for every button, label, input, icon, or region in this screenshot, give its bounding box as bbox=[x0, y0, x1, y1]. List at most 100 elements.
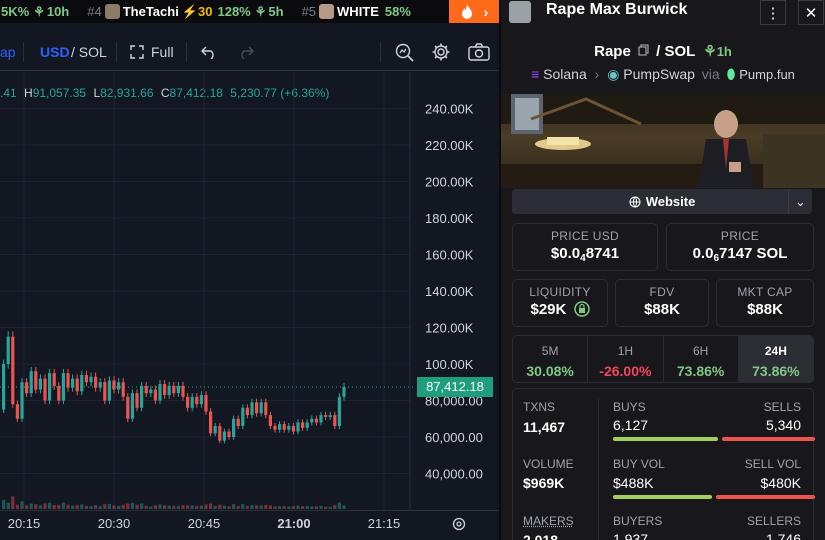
ticker-item-5[interactable]: #5 WHITE 58% bbox=[302, 4, 411, 19]
volume-bar bbox=[149, 506, 153, 509]
volume-bar bbox=[48, 502, 52, 509]
volume-bar bbox=[259, 505, 263, 509]
candle bbox=[84, 374, 88, 383]
buys-value: 6,127 bbox=[613, 417, 649, 433]
ticker-item-4[interactable]: #4 TheTachi ⚡ 30 128% ⚘ 5h bbox=[87, 4, 284, 20]
last-price-value: 87,412.18 bbox=[426, 379, 484, 395]
volume-bar bbox=[250, 505, 254, 509]
candle bbox=[130, 393, 134, 419]
y-tick-label: 120.00K bbox=[425, 321, 474, 336]
tab-5m[interactable]: 5M 30.08% bbox=[513, 336, 589, 382]
candle bbox=[38, 378, 42, 390]
candle bbox=[75, 378, 79, 392]
candle bbox=[232, 418, 236, 437]
pair-age: 1h bbox=[716, 44, 732, 59]
fullscreen-button[interactable]: Full bbox=[130, 33, 174, 71]
candle bbox=[126, 396, 130, 419]
website-dropdown-button[interactable]: ⌄ bbox=[788, 189, 812, 214]
sells-bar bbox=[722, 437, 815, 441]
candle bbox=[227, 431, 231, 437]
screenshot-button[interactable] bbox=[468, 33, 490, 71]
tab-6h[interactable]: 6H 73.86% bbox=[664, 336, 739, 382]
more-options-button[interactable]: ⋮ bbox=[760, 0, 786, 25]
undo-button[interactable] bbox=[201, 33, 217, 71]
buyers-label: BUYERS bbox=[613, 514, 663, 528]
liquidity-card: LIQUIDITY $29K bbox=[512, 279, 608, 327]
volume-bar bbox=[20, 501, 24, 509]
settings-button[interactable] bbox=[431, 33, 451, 71]
globe-icon bbox=[629, 196, 641, 207]
toolbar-divider bbox=[116, 42, 117, 62]
chevron-down-icon: ⌄ bbox=[795, 193, 806, 209]
y-tick-label: 220.00K bbox=[425, 138, 474, 153]
candle bbox=[66, 373, 70, 388]
more-vertical-icon: ⋮ bbox=[765, 4, 781, 22]
candle bbox=[259, 402, 263, 414]
volume-bar bbox=[107, 503, 111, 509]
transaction-stats: TXNS 11,467 BUYS SELLS 6,127 5,340 VOLUM… bbox=[512, 388, 815, 540]
trending-ticker: 5K% ⚘ 10h #4 TheTachi ⚡ 30 128% ⚘ 5h #5 … bbox=[0, 0, 500, 23]
currency-usd-toggle[interactable]: USD bbox=[40, 33, 70, 71]
volume-bar bbox=[25, 505, 29, 509]
candle bbox=[213, 426, 217, 434]
ohlc-change: 5,230.77 (+6.36%) bbox=[230, 86, 330, 100]
y-tick-label: 100.00K bbox=[425, 357, 474, 372]
pair-title: Rape / SOL ⚘1h bbox=[501, 42, 825, 60]
indicators-button[interactable] bbox=[394, 33, 414, 71]
website-button[interactable]: Website bbox=[512, 189, 812, 214]
volume-bar bbox=[52, 505, 56, 509]
price-usd-card: PRICE USD $0.048741 bbox=[512, 223, 658, 271]
candle bbox=[250, 402, 254, 416]
price-chart[interactable]: 240.00K 220.00K 200.00K 180.00K 160.00K 140.0… bbox=[0, 0, 500, 510]
seedling-icon: ⚘ bbox=[33, 3, 45, 19]
volume-bar bbox=[43, 503, 47, 509]
buys-label: BUYS bbox=[613, 400, 646, 414]
currency-sol-toggle[interactable]: / SOL bbox=[71, 33, 107, 71]
redo-button[interactable] bbox=[238, 33, 254, 71]
copy-icon[interactable] bbox=[638, 44, 649, 56]
candle bbox=[268, 415, 272, 427]
dex-name[interactable]: PumpSwap bbox=[623, 66, 695, 82]
liquidity-label: LIQUIDITY bbox=[529, 285, 591, 299]
candle bbox=[117, 382, 121, 390]
chain-name[interactable]: Solana bbox=[543, 66, 587, 82]
market-cap-card: MKT CAP $88K bbox=[716, 279, 814, 327]
candle bbox=[337, 396, 341, 427]
chain-breadcrumb: ≡ Solana › ◉ PumpSwap via ⬮ Pump.fun bbox=[501, 66, 825, 83]
launchpad-name[interactable]: Pump.fun bbox=[739, 67, 795, 82]
candle bbox=[195, 396, 199, 405]
volume-bar bbox=[11, 496, 15, 509]
volume-value: $969K bbox=[523, 475, 565, 491]
candle bbox=[328, 415, 332, 417]
ticker-item-3[interactable]: 5K% ⚘ 10h bbox=[1, 4, 69, 20]
toolbar-divider bbox=[186, 42, 187, 62]
candle bbox=[149, 389, 153, 394]
candle bbox=[273, 426, 277, 430]
axis-settings-button[interactable] bbox=[451, 516, 467, 535]
close-button[interactable]: ✕ bbox=[798, 0, 824, 25]
pair-base: Rape bbox=[594, 43, 631, 60]
price-usd-value: $0.048741 bbox=[550, 245, 620, 264]
candle bbox=[278, 424, 282, 430]
buy-vol-bar bbox=[613, 495, 712, 499]
volume-bar bbox=[61, 502, 65, 509]
candle bbox=[80, 374, 84, 392]
sell-vol-value: $480K bbox=[760, 475, 801, 491]
volume-bar bbox=[94, 505, 98, 509]
candle bbox=[48, 373, 52, 401]
tab-1h[interactable]: 1H -26.00% bbox=[588, 336, 664, 382]
ohlc-high: 91,057.35 bbox=[32, 86, 87, 100]
candle bbox=[241, 407, 245, 427]
candle bbox=[34, 371, 38, 390]
lock-icon[interactable] bbox=[573, 301, 590, 317]
interval-selector[interactable]: ap bbox=[0, 33, 16, 71]
time-axis: 20:15 20:30 20:45 21:00 21:15 bbox=[0, 510, 500, 540]
via-label: via bbox=[701, 66, 720, 82]
volume-bar bbox=[328, 506, 332, 509]
tab-24h[interactable]: 24H 73.86% bbox=[738, 336, 813, 382]
undo-icon bbox=[201, 46, 214, 59]
trending-flame-button[interactable]: › bbox=[449, 0, 499, 23]
y-tick-label: 200.00K bbox=[425, 175, 474, 190]
volume-bar bbox=[57, 504, 61, 509]
pumpswap-icon: ◉ bbox=[607, 66, 620, 82]
